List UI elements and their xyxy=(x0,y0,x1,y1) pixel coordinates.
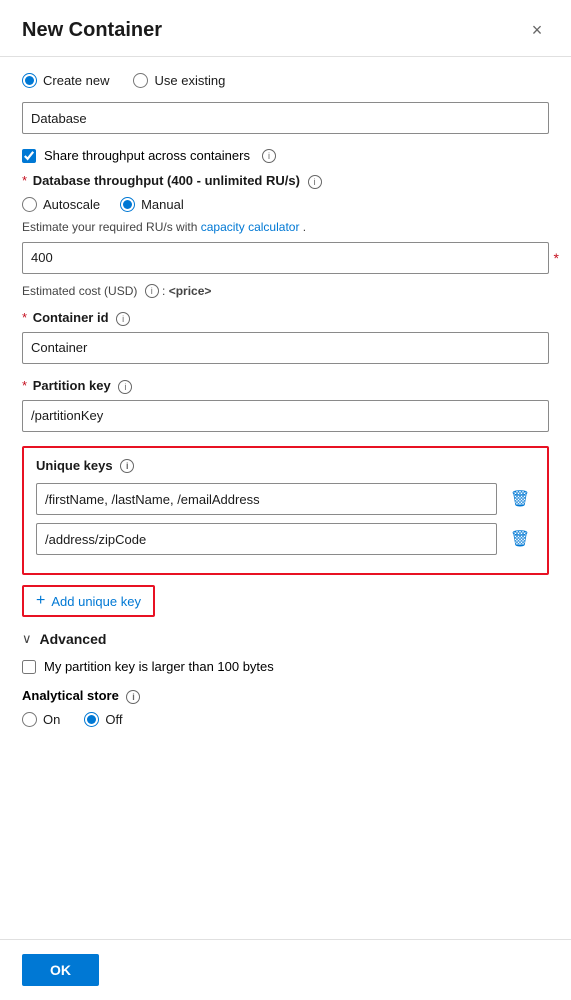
database-input[interactable] xyxy=(22,102,549,134)
delete-unique-key-0-button[interactable]: 🗑 xyxy=(505,484,535,514)
cost-row: Estimated cost (USD) i : <price> xyxy=(22,284,549,299)
unique-keys-title-row: Unique keys i xyxy=(36,458,535,474)
add-unique-key-button[interactable]: + Add unique key xyxy=(22,585,155,617)
create-new-radio[interactable] xyxy=(22,73,37,88)
share-throughput-checkbox[interactable] xyxy=(22,149,36,163)
rus-input-wrapper: * xyxy=(22,242,549,274)
partition-key-label: Partition key xyxy=(33,378,111,393)
autoscale-radio[interactable] xyxy=(22,197,37,212)
rus-required-star: * xyxy=(554,250,559,266)
partition-key-larger-label: My partition key is larger than 100 byte… xyxy=(44,659,274,674)
new-container-dialog: New Container × Create new Use existing … xyxy=(0,0,571,1000)
cost-price: <price> xyxy=(169,284,212,298)
analytical-store-radio-group: On Off xyxy=(22,712,549,727)
create-new-label: Create new xyxy=(43,73,109,88)
database-field-section xyxy=(22,102,549,134)
container-id-info-icon[interactable]: i xyxy=(116,312,130,326)
ok-button[interactable]: OK xyxy=(22,954,99,986)
container-id-section: * Container id i xyxy=(22,310,549,364)
analytical-off-option[interactable]: Off xyxy=(84,712,122,727)
capacity-calculator-link[interactable]: capacity calculator xyxy=(201,220,300,234)
partition-key-required-star: * xyxy=(22,378,27,393)
share-throughput-info-icon[interactable]: i xyxy=(262,149,276,163)
throughput-label-row: * Database throughput (400 - unlimited R… xyxy=(22,173,549,189)
unique-keys-label: Unique keys xyxy=(36,458,113,473)
partition-key-larger-row: My partition key is larger than 100 byte… xyxy=(22,659,549,674)
advanced-header[interactable]: ∨ Advanced xyxy=(22,631,549,647)
analytical-off-radio[interactable] xyxy=(84,712,99,727)
manual-radio[interactable] xyxy=(120,197,135,212)
analytical-off-label: Off xyxy=(105,712,122,727)
analytical-store-info-icon[interactable]: i xyxy=(126,690,140,704)
close-button[interactable]: × xyxy=(523,16,551,44)
autoscale-option[interactable]: Autoscale xyxy=(22,197,100,212)
autoscale-label: Autoscale xyxy=(43,197,100,212)
manual-label: Manual xyxy=(141,197,184,212)
unique-key-input-1[interactable] xyxy=(36,523,497,555)
throughput-required-star: * xyxy=(22,173,27,188)
plus-icon: + xyxy=(36,592,45,610)
analytical-on-option[interactable]: On xyxy=(22,712,60,727)
estimate-text: Estimate your required RU/s with capacit… xyxy=(22,220,549,234)
dialog-header: New Container × xyxy=(0,0,571,57)
partition-key-larger-checkbox[interactable] xyxy=(22,660,36,674)
dialog-title: New Container xyxy=(22,19,162,42)
unique-keys-info-icon[interactable]: i xyxy=(120,459,134,473)
throughput-mode-group: Autoscale Manual xyxy=(22,197,549,212)
advanced-label: Advanced xyxy=(40,631,107,647)
partition-key-section: * Partition key i xyxy=(22,378,549,432)
create-new-option[interactable]: Create new xyxy=(22,73,109,88)
share-throughput-row: Share throughput across containers i xyxy=(22,148,549,163)
container-id-label-row: * Container id i xyxy=(22,310,549,326)
container-id-required-star: * xyxy=(22,310,27,325)
unique-keys-section: Unique keys i 🗑 🗑 xyxy=(22,446,549,576)
cost-label: Estimated cost (USD) xyxy=(22,284,137,298)
rus-input[interactable] xyxy=(22,242,549,274)
cost-colon: : xyxy=(162,284,169,298)
container-id-input[interactable] xyxy=(22,332,549,364)
add-unique-key-label: Add unique key xyxy=(51,594,141,609)
unique-key-row-1: 🗑 xyxy=(36,523,535,555)
delete-unique-key-1-button[interactable]: 🗑 xyxy=(505,524,535,554)
cost-info-icon[interactable]: i xyxy=(145,284,159,298)
unique-key-row-0: 🗑 xyxy=(36,483,535,515)
use-existing-label: Use existing xyxy=(154,73,225,88)
analytical-on-label: On xyxy=(43,712,60,727)
analytical-store-label-row: Analytical store i xyxy=(22,688,549,704)
share-throughput-label: Share throughput across containers xyxy=(44,148,250,163)
estimate-suffix: . xyxy=(303,220,306,234)
analytical-on-radio[interactable] xyxy=(22,712,37,727)
dialog-body: Create new Use existing Share throughput… xyxy=(0,57,571,939)
throughput-label: Database throughput (400 - unlimited RU/… xyxy=(33,173,300,188)
use-existing-option[interactable]: Use existing xyxy=(133,73,225,88)
manual-option[interactable]: Manual xyxy=(120,197,184,212)
chevron-down-icon: ∨ xyxy=(22,631,32,647)
dialog-footer: OK xyxy=(0,939,571,1000)
partition-key-info-icon[interactable]: i xyxy=(118,380,132,394)
mode-radio-group: Create new Use existing xyxy=(22,73,549,88)
use-existing-radio[interactable] xyxy=(133,73,148,88)
container-id-label: Container id xyxy=(33,310,109,325)
analytical-store-section: Analytical store i On Off xyxy=(22,688,549,727)
analytical-store-label: Analytical store xyxy=(22,688,119,703)
advanced-content: My partition key is larger than 100 byte… xyxy=(22,659,549,674)
throughput-info-icon[interactable]: i xyxy=(308,175,322,189)
unique-key-input-0[interactable] xyxy=(36,483,497,515)
partition-key-input[interactable] xyxy=(22,400,549,432)
estimate-prefix: Estimate your required RU/s with xyxy=(22,220,201,234)
partition-key-label-row: * Partition key i xyxy=(22,378,549,394)
